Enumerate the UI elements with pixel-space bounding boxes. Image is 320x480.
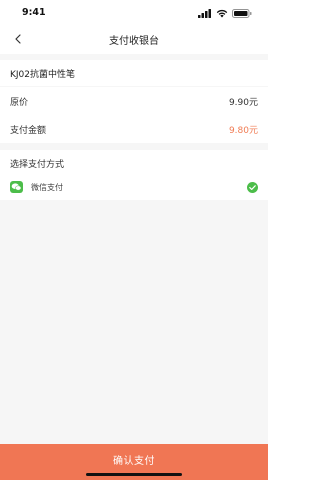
pay-amount-value: 9.80元 <box>228 125 258 136</box>
payment-option-label: 微信支付 <box>31 182 63 192</box>
chevron-left-icon[interactable] <box>10 31 26 47</box>
status-time: 9:41 <box>22 6 46 18</box>
original-price-row: 原价 9.90元 <box>10 87 258 115</box>
product-card: KJ02抗菌中性笔 <box>0 60 268 86</box>
home-indicator <box>86 473 182 476</box>
product-name: KJ02抗菌中性笔 <box>10 69 76 80</box>
pay-amount-row: 支付金额 9.80元 <box>10 115 258 143</box>
wechat-icon <box>10 178 23 197</box>
price-card: 原价 9.90元 支付金额 9.80元 <box>0 87 268 143</box>
payment-option-left: 微信支付 <box>10 178 63 197</box>
payment-method-header: 选择支付方式 <box>10 159 65 170</box>
signal-icon <box>198 3 212 22</box>
battery-icon <box>232 3 252 22</box>
original-price-label: 原价 <box>10 97 29 108</box>
nav-bar: 支付收银台 <box>0 24 268 54</box>
wifi-icon <box>216 3 228 22</box>
payment-method-card: 选择支付方式 微信支付 <box>0 150 268 200</box>
status-icons <box>198 3 252 22</box>
status-bar: 9:41 <box>0 0 268 24</box>
confirm-pay-label: 确认支付 <box>113 456 155 467</box>
pay-amount-label: 支付金额 <box>10 125 47 136</box>
payment-option-wechat[interactable]: 微信支付 <box>10 174 258 200</box>
page-title: 支付收银台 <box>109 35 159 47</box>
original-price-value: 9.90元 <box>228 97 258 108</box>
checkout-screen: 9:41 支付收银台 KJ02抗菌中性笔 原价 9.90元 支付金额 9.80元… <box>0 0 268 480</box>
check-circle-icon[interactable] <box>247 178 258 197</box>
